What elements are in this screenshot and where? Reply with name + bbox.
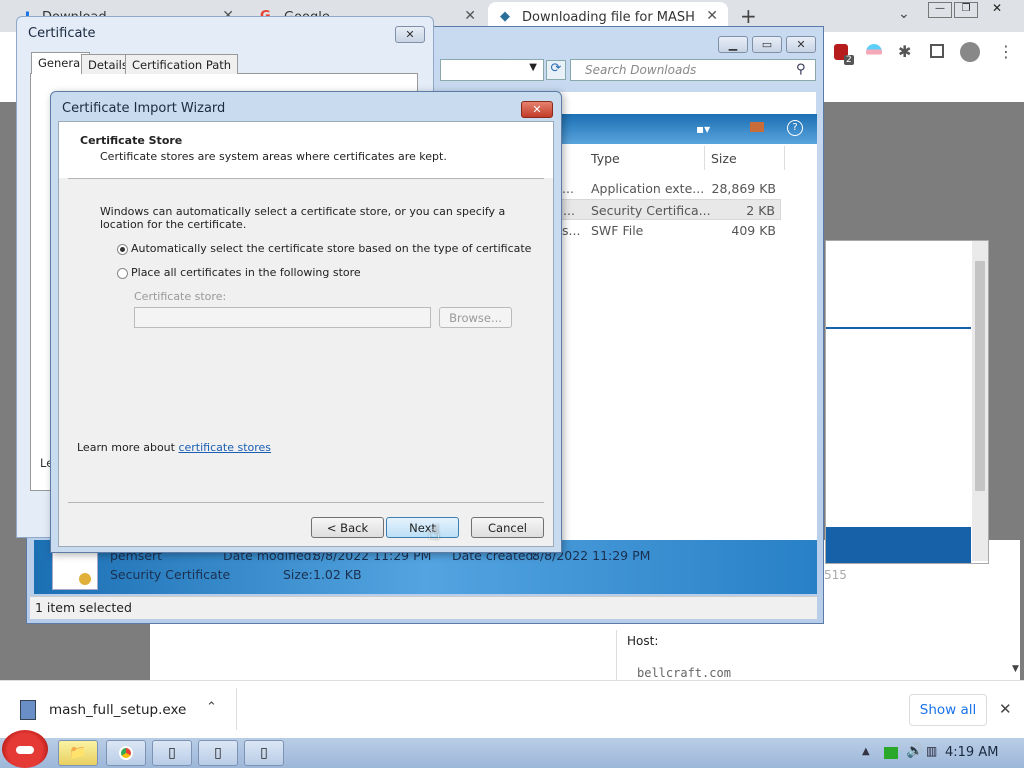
close-button[interactable]: ✕ (786, 36, 816, 53)
radio-auto-select[interactable] (117, 244, 128, 255)
close-icon[interactable]: ✕ (706, 8, 718, 24)
host-panel: Host: bellcraft.com (616, 630, 853, 680)
avatar[interactable] (960, 42, 980, 62)
show-all-button[interactable]: Show all (909, 694, 987, 726)
puzzle-icon[interactable]: ✱ (898, 42, 911, 61)
minimize-button[interactable]: ▁ (718, 36, 748, 53)
download-file-name[interactable]: mash_full_setup.exe (49, 702, 186, 718)
status-text: 1 item selected (35, 600, 132, 615)
preview-pane-icon[interactable] (750, 122, 764, 132)
extension-flag-icon[interactable] (866, 44, 882, 60)
dialog-panel (825, 240, 989, 564)
volume-icon[interactable]: 🔊 (906, 743, 923, 759)
next-button[interactable]: Next (386, 517, 459, 538)
extension-badge: 2 (844, 55, 854, 65)
partial-number: 515 (824, 568, 847, 582)
restore-button[interactable]: ❐ (954, 2, 978, 18)
mash-icon: ◆ (500, 9, 510, 24)
chevron-up-icon[interactable]: ⌃ (206, 700, 217, 715)
refresh-icon[interactable]: ⟳ (546, 60, 566, 80)
certificate-stores-link[interactable]: certificate stores (178, 441, 271, 454)
chevron-down-icon[interactable]: ▼ (529, 62, 537, 73)
details-size: 1.02 KB (313, 567, 362, 582)
close-button[interactable]: ✕ (521, 101, 553, 118)
certificate-file-icon (52, 550, 98, 590)
views-icon[interactable]: ▪▾ (696, 122, 710, 136)
host-value: bellcraft.com (637, 666, 731, 680)
wizard-intro: Windows can automatically select a certi… (100, 205, 506, 231)
mouse-cursor-icon: ☝ (428, 520, 441, 544)
wizard-header-title: Certificate Store (80, 134, 183, 147)
scroll-down-icon[interactable]: ▼ (1012, 664, 1019, 674)
option-manual-label[interactable]: Place all certificates in the following … (131, 266, 361, 279)
taskbar-document-icon[interactable]: ▯ (152, 740, 192, 766)
close-shelf-icon[interactable]: ✕ (999, 700, 1012, 718)
search-icon[interactable]: ⚲ (796, 62, 806, 77)
tray-expand-icon[interactable]: ▲ (862, 746, 870, 757)
certificate-title: Certificate (28, 26, 96, 41)
menu-icon[interactable]: ⋮ (998, 42, 1014, 61)
details-size-label: Size: (283, 567, 313, 582)
taskbar-explorer-icon[interactable]: 📁 (58, 740, 98, 766)
close-icon[interactable]: ✕ (464, 8, 476, 24)
close-icon[interactable]: ✕ (970, 565, 982, 581)
scrollbar[interactable] (972, 241, 988, 561)
network-icon[interactable]: ▥ (926, 744, 937, 758)
sidepanel-icon[interactable] (930, 44, 944, 58)
learn-more-text: Learn more about certificate stores (77, 441, 272, 454)
tab-search-icon[interactable]: ⌄ (898, 6, 910, 22)
back-button[interactable]: < Back (311, 517, 384, 538)
clock[interactable]: 4:19 AM (945, 745, 998, 760)
column-type[interactable]: Type (591, 151, 620, 166)
store-label: Certificate store: (134, 290, 227, 303)
table-row[interactable]: s... SWF File 409 KB (560, 220, 782, 240)
table-row-selected[interactable]: ... Security Certifica... 2 KB (560, 199, 781, 220)
wizard-title: Certificate Import Wizard (62, 101, 226, 116)
maximize-button[interactable]: ▭ (752, 36, 782, 53)
tab-certification-path[interactable]: Certification Path (125, 54, 239, 74)
minimize-button[interactable]: — (928, 2, 952, 18)
address-bar[interactable]: ▼ (440, 59, 544, 81)
taskbar-chrome-icon[interactable] (106, 740, 146, 766)
close-window-button[interactable]: ✕ (984, 2, 1010, 16)
start-button[interactable] (2, 730, 48, 768)
taskbar-document-icon[interactable]: ▯ (198, 740, 238, 766)
command-bar (560, 114, 817, 144)
details-file-type: Security Certificate (110, 567, 231, 582)
store-input[interactable] (134, 307, 431, 328)
wizard-body (58, 121, 554, 547)
column-size[interactable]: Size (711, 151, 737, 166)
help-icon[interactable]: ? (787, 120, 803, 136)
status-bar: 1 item selected (30, 596, 817, 619)
browse-button[interactable]: Browse... (439, 307, 512, 328)
wizard-header-desc: Certificate stores are system areas wher… (100, 150, 447, 163)
tab-label: Downloading file for MASH (522, 10, 695, 25)
host-label: Host: (627, 634, 659, 648)
new-tab-button[interactable]: + (740, 4, 757, 28)
search-input[interactable]: Search Downloads (570, 59, 816, 81)
radio-place-in-store[interactable] (117, 268, 128, 279)
option-auto-label[interactable]: Automatically select the certificate sto… (131, 242, 531, 255)
table-row[interactable]: ... Application exte... 28,869 KB (560, 178, 782, 198)
close-button[interactable]: ✕ (395, 26, 425, 43)
cancel-button[interactable]: Cancel (471, 517, 544, 538)
battery-icon[interactable] (884, 747, 898, 759)
exe-file-icon (20, 700, 36, 720)
taskbar-document-icon[interactable]: ▯ (244, 740, 284, 766)
